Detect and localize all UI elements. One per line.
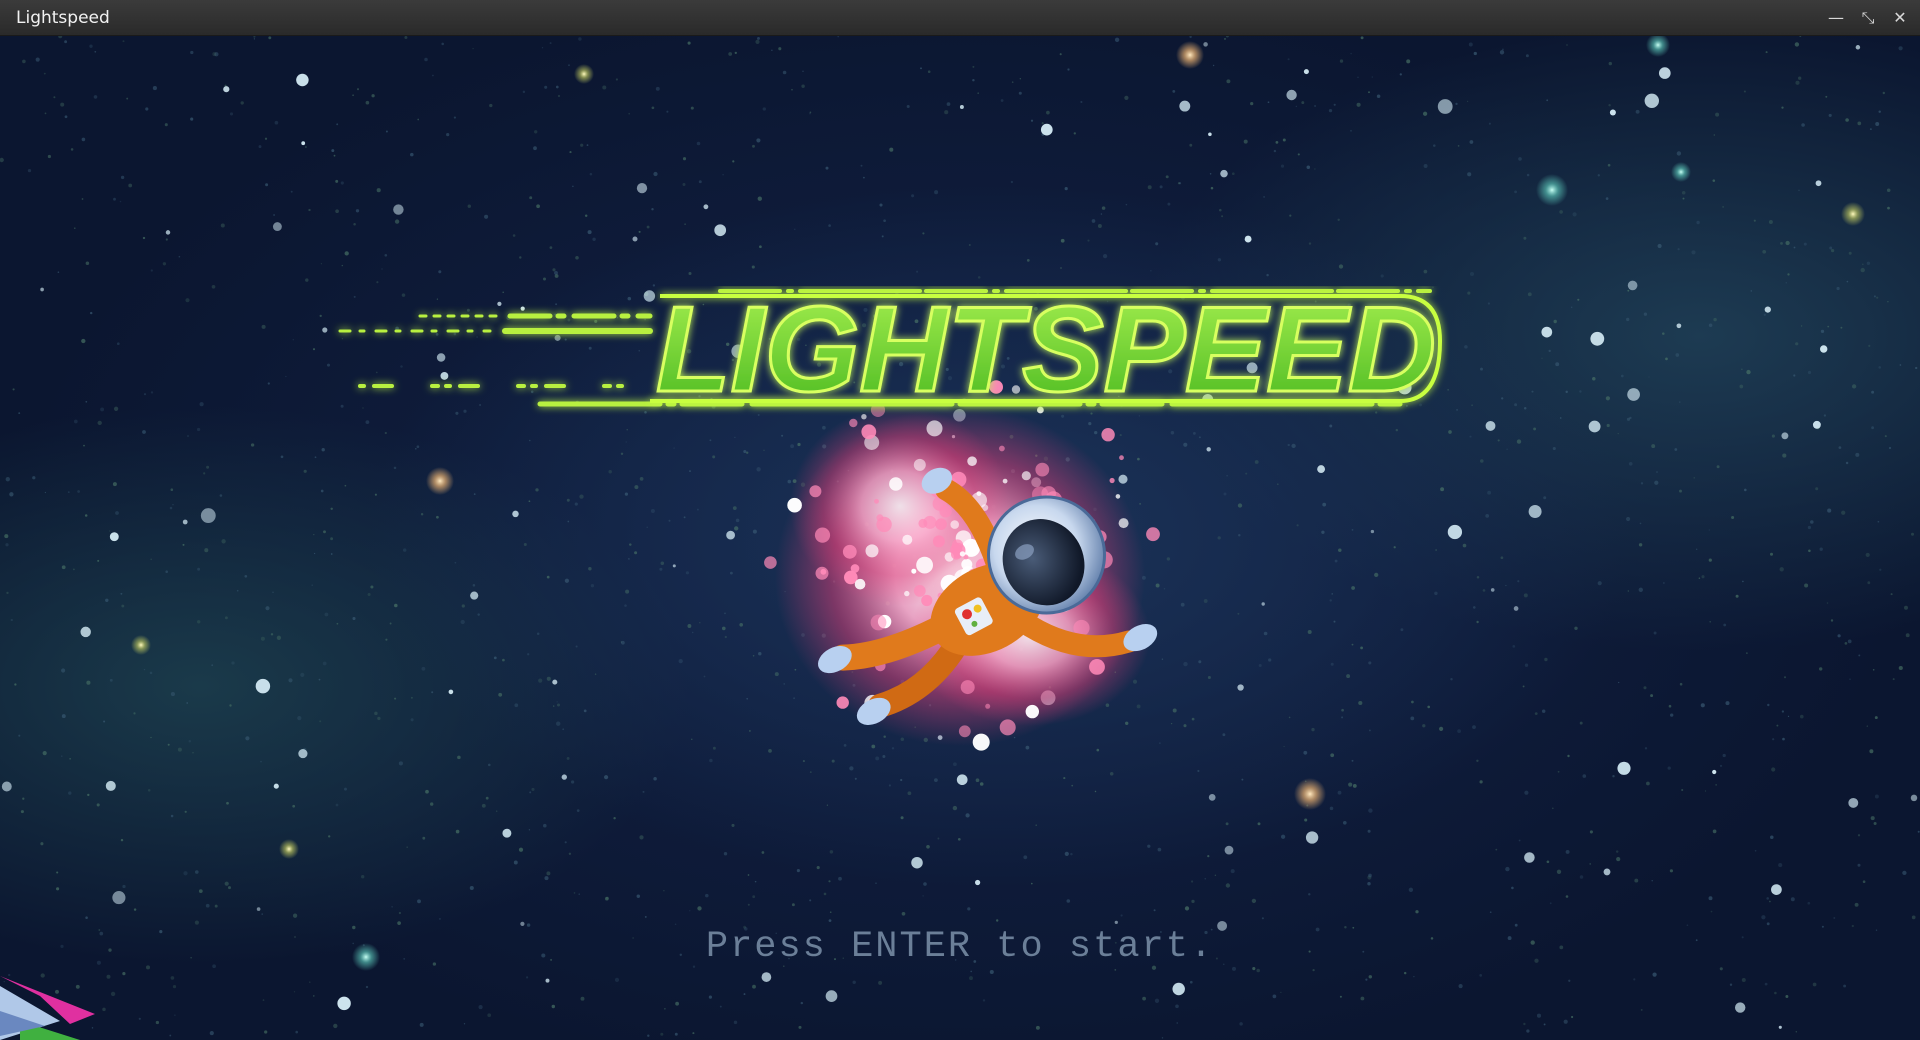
close-button[interactable]: ✕	[1888, 6, 1912, 30]
restore-button[interactable]: ⤡	[1856, 6, 1880, 30]
spaceship-icon	[0, 976, 95, 1040]
window-title: Lightspeed	[16, 8, 110, 28]
minimize-button[interactable]: —	[1824, 6, 1848, 30]
game-window: Lightspeed — ⤡ ✕ LIGHTSPEED Press ENTER …	[0, 0, 1920, 1040]
title-bar[interactable]: Lightspeed — ⤡ ✕	[0, 0, 1920, 36]
title-screen[interactable]: LIGHTSPEED Press ENTER to start.	[0, 36, 1920, 1040]
